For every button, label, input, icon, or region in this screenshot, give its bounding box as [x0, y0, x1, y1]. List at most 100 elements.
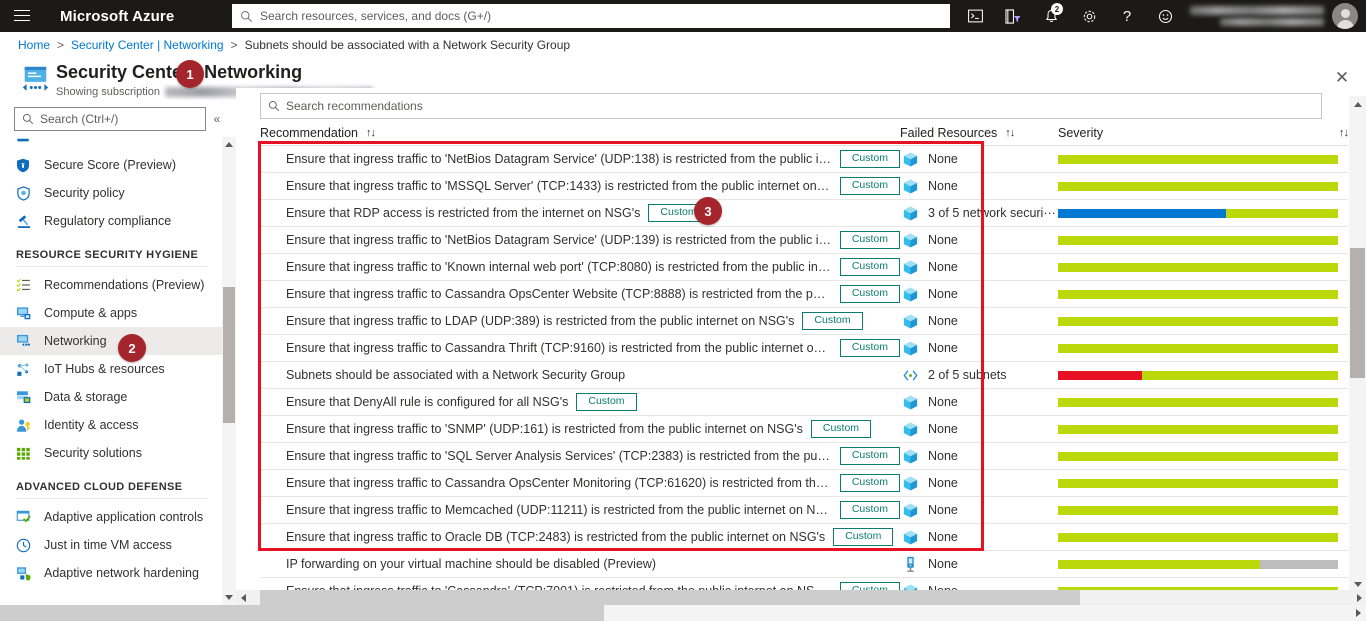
sidebar-item-regulatory-compliance[interactable]: Regulatory compliance: [0, 207, 222, 235]
cell-severity: [1058, 505, 1348, 515]
table-row[interactable]: Ensure that DenyAll rule is configured f…: [260, 389, 1348, 416]
sidebar-vertical-scrollbar[interactable]: [222, 137, 236, 605]
failed-resources-text: None: [928, 422, 958, 436]
sidebar-item-identity-access[interactable]: Identity & access: [0, 411, 222, 439]
hamburger-menu-icon[interactable]: [0, 0, 44, 32]
custom-policy-badge[interactable]: Custom: [839, 285, 900, 303]
sidebar-item-adaptive-application-controls[interactable]: Adaptive application controls: [0, 503, 222, 531]
table-row[interactable]: IP forwarding on your virtual machine sh…: [260, 551, 1348, 578]
custom-policy-badge[interactable]: Custom: [839, 231, 900, 249]
cell-failed-resources: None: [900, 501, 1058, 519]
table-row[interactable]: Ensure that ingress traffic to 'NetBios …: [260, 227, 1348, 254]
sidebar-item-partial-above[interactable]: [0, 137, 222, 151]
settings-gear-icon[interactable]: [1070, 0, 1108, 32]
main-scroll-up-arrow[interactable]: [1349, 96, 1366, 113]
sidebar-item-iot-hubs[interactable]: IoT Hubs & resources: [0, 355, 222, 383]
sidebar-item-adaptive-network-hardening[interactable]: Adaptive network hardening: [0, 559, 222, 587]
cell-severity: [1058, 370, 1348, 380]
failed-resources-text: None: [928, 449, 958, 463]
cell-recommendation: Subnets should be associated with a Netw…: [260, 368, 900, 382]
table-row[interactable]: Ensure that ingress traffic to 'Known in…: [260, 254, 1348, 281]
sidebar-item-compute-apps[interactable]: Compute & apps: [0, 299, 222, 327]
custom-policy-badge[interactable]: Custom: [810, 420, 872, 438]
sidebar-scroll-thumb[interactable]: [223, 287, 235, 423]
table-row[interactable]: Ensure that ingress traffic to 'NetBios …: [260, 146, 1348, 173]
account-info[interactable]: [1184, 3, 1366, 29]
avatar[interactable]: [1332, 3, 1358, 29]
clock-icon: [16, 537, 33, 553]
sort-icon-failed-resources[interactable]: ↑↓: [1005, 127, 1015, 139]
custom-policy-badge[interactable]: Custom: [839, 474, 900, 492]
global-search-box[interactable]: [232, 4, 950, 28]
cell-failed-resources: None: [900, 555, 1058, 573]
custom-policy-badge[interactable]: Custom: [839, 447, 900, 465]
table-row[interactable]: Ensure that ingress traffic to 'SNMP' (U…: [260, 416, 1348, 443]
table-row[interactable]: Ensure that ingress traffic to Oracle DB…: [260, 524, 1348, 551]
sidebar-nav-list: Secure Score (Preview) Security policy R…: [0, 137, 222, 605]
table-row[interactable]: Ensure that ingress traffic to LDAP (UDP…: [260, 308, 1348, 335]
sidebar-search-input[interactable]: [40, 112, 198, 126]
custom-policy-badge[interactable]: Custom: [833, 528, 894, 546]
custom-policy-badge[interactable]: Custom: [839, 339, 900, 357]
sort-icon-recommendation[interactable]: ↑↓: [366, 127, 376, 139]
sort-icon-severity[interactable]: ↑↓: [1339, 127, 1349, 139]
main-scroll-thumb[interactable]: [1350, 248, 1365, 378]
breadcrumb-security-center-networking[interactable]: Security Center | Networking: [71, 38, 224, 52]
custom-policy-badge[interactable]: Custom: [839, 150, 900, 168]
column-header-recommendation[interactable]: Recommendation ↑↓: [260, 120, 900, 146]
custom-policy-badge[interactable]: Custom: [802, 312, 863, 330]
sidebar-item-security-policy[interactable]: Security policy: [0, 179, 222, 207]
nsg-cube-icon: [900, 177, 920, 195]
recommendations-search-input[interactable]: [286, 99, 1314, 113]
main-vertical-scrollbar[interactable]: [1349, 96, 1366, 593]
collapse-sidebar-button[interactable]: «: [206, 112, 228, 126]
column-header-severity[interactable]: Severity ↑↓: [1058, 120, 1349, 146]
sidebar-item-networking[interactable]: Networking: [0, 327, 222, 355]
cloud-shell-icon[interactable]: [956, 0, 994, 32]
notifications-bell-icon[interactable]: 2: [1032, 0, 1070, 32]
sidebar-item-recommendations[interactable]: Recommendations (Preview): [0, 271, 222, 299]
sidebar-scroll-down-arrow[interactable]: [222, 590, 236, 605]
table-row[interactable]: Ensure that ingress traffic to Cassandra…: [260, 281, 1348, 308]
custom-policy-badge[interactable]: Custom: [839, 501, 900, 519]
severity-bar: [1058, 235, 1338, 245]
table-hscroll-thumb[interactable]: [260, 590, 1080, 605]
sidebar-search-box[interactable]: [14, 107, 206, 131]
custom-policy-badge[interactable]: Custom: [839, 258, 900, 276]
page-horizontal-scrollbar[interactable]: [0, 605, 1366, 621]
breadcrumb-home[interactable]: Home: [18, 38, 50, 52]
breadcrumb-separator-2: >: [230, 38, 238, 52]
custom-policy-badge[interactable]: Custom: [576, 393, 637, 411]
table-row[interactable]: Ensure that ingress traffic to Memcached…: [260, 497, 1348, 524]
sidebar-scroll-up-arrow[interactable]: [222, 137, 236, 152]
recommendations-search-box[interactable]: [260, 93, 1322, 119]
table-row[interactable]: Ensure that ingress traffic to 'MSSQL Se…: [260, 173, 1348, 200]
global-search-input[interactable]: [260, 9, 942, 23]
breadcrumb-current-page: Subnets should be associated with a Netw…: [244, 38, 571, 52]
table-row[interactable]: Ensure that ingress traffic to Cassandra…: [260, 335, 1348, 362]
table-horizontal-scrollbar[interactable]: [236, 590, 1366, 605]
page-scroll-right-arrow[interactable]: [1350, 605, 1366, 621]
help-question-icon[interactable]: ?: [1108, 0, 1146, 32]
custom-policy-badge[interactable]: Custom: [839, 177, 900, 195]
page-hscroll-thumb[interactable]: [0, 605, 604, 621]
table-row[interactable]: Subnets should be associated with a Netw…: [260, 362, 1348, 389]
sidebar-item-data-storage[interactable]: Data & storage: [0, 383, 222, 411]
feedback-smiley-icon[interactable]: [1146, 0, 1184, 32]
directory-filter-icon[interactable]: [994, 0, 1032, 32]
table-scroll-right-arrow[interactable]: [1352, 590, 1366, 605]
sidebar-item-just-in-time-vm-access[interactable]: Just in time VM access: [0, 531, 222, 559]
nsg-cube-icon: [900, 150, 920, 168]
table-row[interactable]: Ensure that RDP access is restricted fro…: [260, 200, 1348, 227]
severity-segment-1: [1226, 208, 1338, 218]
cell-recommendation: Ensure that DenyAll rule is configured f…: [260, 393, 900, 411]
table-scroll-left-arrow[interactable]: [236, 590, 250, 605]
column-header-failed-resources[interactable]: Failed Resources ↑↓: [900, 120, 1058, 146]
sidebar-item-secure-score[interactable]: Secure Score (Preview): [0, 151, 222, 179]
severity-segment-0: [1058, 559, 1260, 569]
network-hardening-icon: [16, 565, 33, 581]
table-row[interactable]: Ensure that ingress traffic to 'SQL Serv…: [260, 443, 1348, 470]
azure-brand-title[interactable]: Microsoft Azure: [60, 8, 174, 25]
table-row[interactable]: Ensure that ingress traffic to Cassandra…: [260, 470, 1348, 497]
sidebar-item-security-solutions[interactable]: Security solutions: [0, 439, 222, 467]
